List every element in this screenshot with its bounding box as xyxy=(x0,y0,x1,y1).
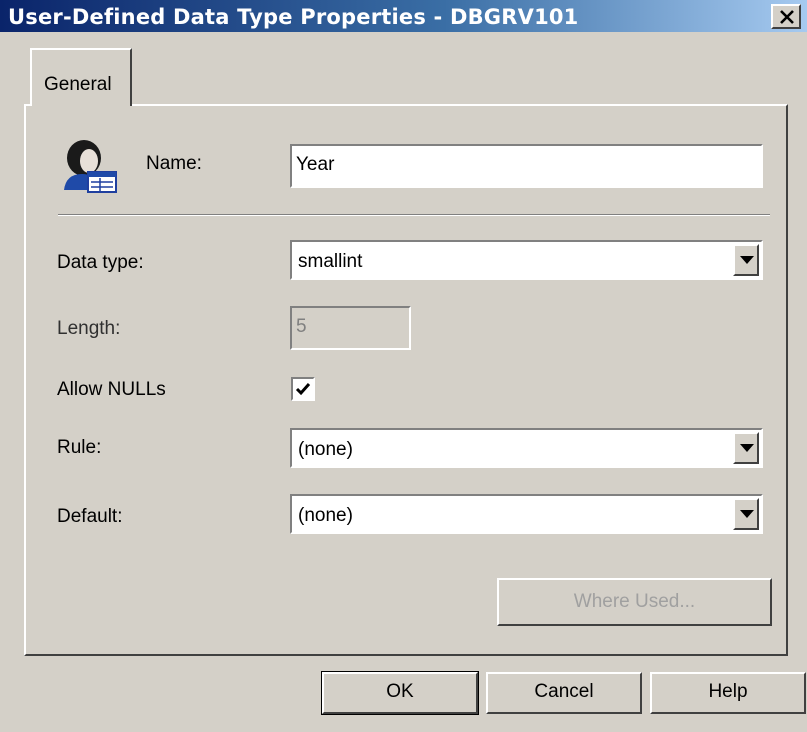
rule-select[interactable]: (none) xyxy=(290,428,763,468)
properties-dialog: User-Defined Data Type Properties - DBGR… xyxy=(0,0,807,732)
name-label: Name: xyxy=(146,153,202,174)
tab-general-label: General xyxy=(44,74,112,95)
rule-dropdown-button[interactable] xyxy=(733,432,759,464)
default-value: (none) xyxy=(298,505,353,526)
length-label: Length: xyxy=(57,318,121,339)
default-select[interactable]: (none) xyxy=(290,494,763,534)
where-used-button[interactable]: Where Used... xyxy=(497,578,772,626)
window-title: User-Defined Data Type Properties - DBGR… xyxy=(8,5,579,29)
cancel-button[interactable]: Cancel xyxy=(486,672,642,714)
help-button[interactable]: Help xyxy=(650,672,806,714)
chevron-down-icon xyxy=(740,510,754,518)
tab-general[interactable]: General xyxy=(30,48,132,106)
title-bar[interactable]: User-Defined Data Type Properties - DBGR… xyxy=(0,0,807,32)
rule-value: (none) xyxy=(298,439,353,460)
divider xyxy=(58,214,770,216)
chevron-down-icon xyxy=(740,256,754,264)
data-type-select[interactable]: smallint xyxy=(290,240,763,280)
name-field[interactable]: Year xyxy=(290,144,763,188)
data-type-dropdown-button[interactable] xyxy=(733,244,759,276)
allow-nulls-checkbox[interactable] xyxy=(291,377,315,401)
allow-nulls-label: Allow NULLs xyxy=(57,379,166,400)
ok-button[interactable]: OK xyxy=(321,671,479,715)
close-icon xyxy=(780,10,794,24)
rule-label: Rule: xyxy=(57,437,102,458)
check-icon xyxy=(295,383,311,396)
chevron-down-icon xyxy=(740,444,754,452)
data-type-label: Data type: xyxy=(57,252,144,273)
length-field[interactable]: 5 xyxy=(290,306,411,350)
close-button[interactable] xyxy=(771,4,801,29)
default-dropdown-button[interactable] xyxy=(733,498,759,530)
data-type-value: smallint xyxy=(298,251,363,272)
user-datatype-icon xyxy=(64,140,117,193)
default-label: Default: xyxy=(57,506,123,527)
